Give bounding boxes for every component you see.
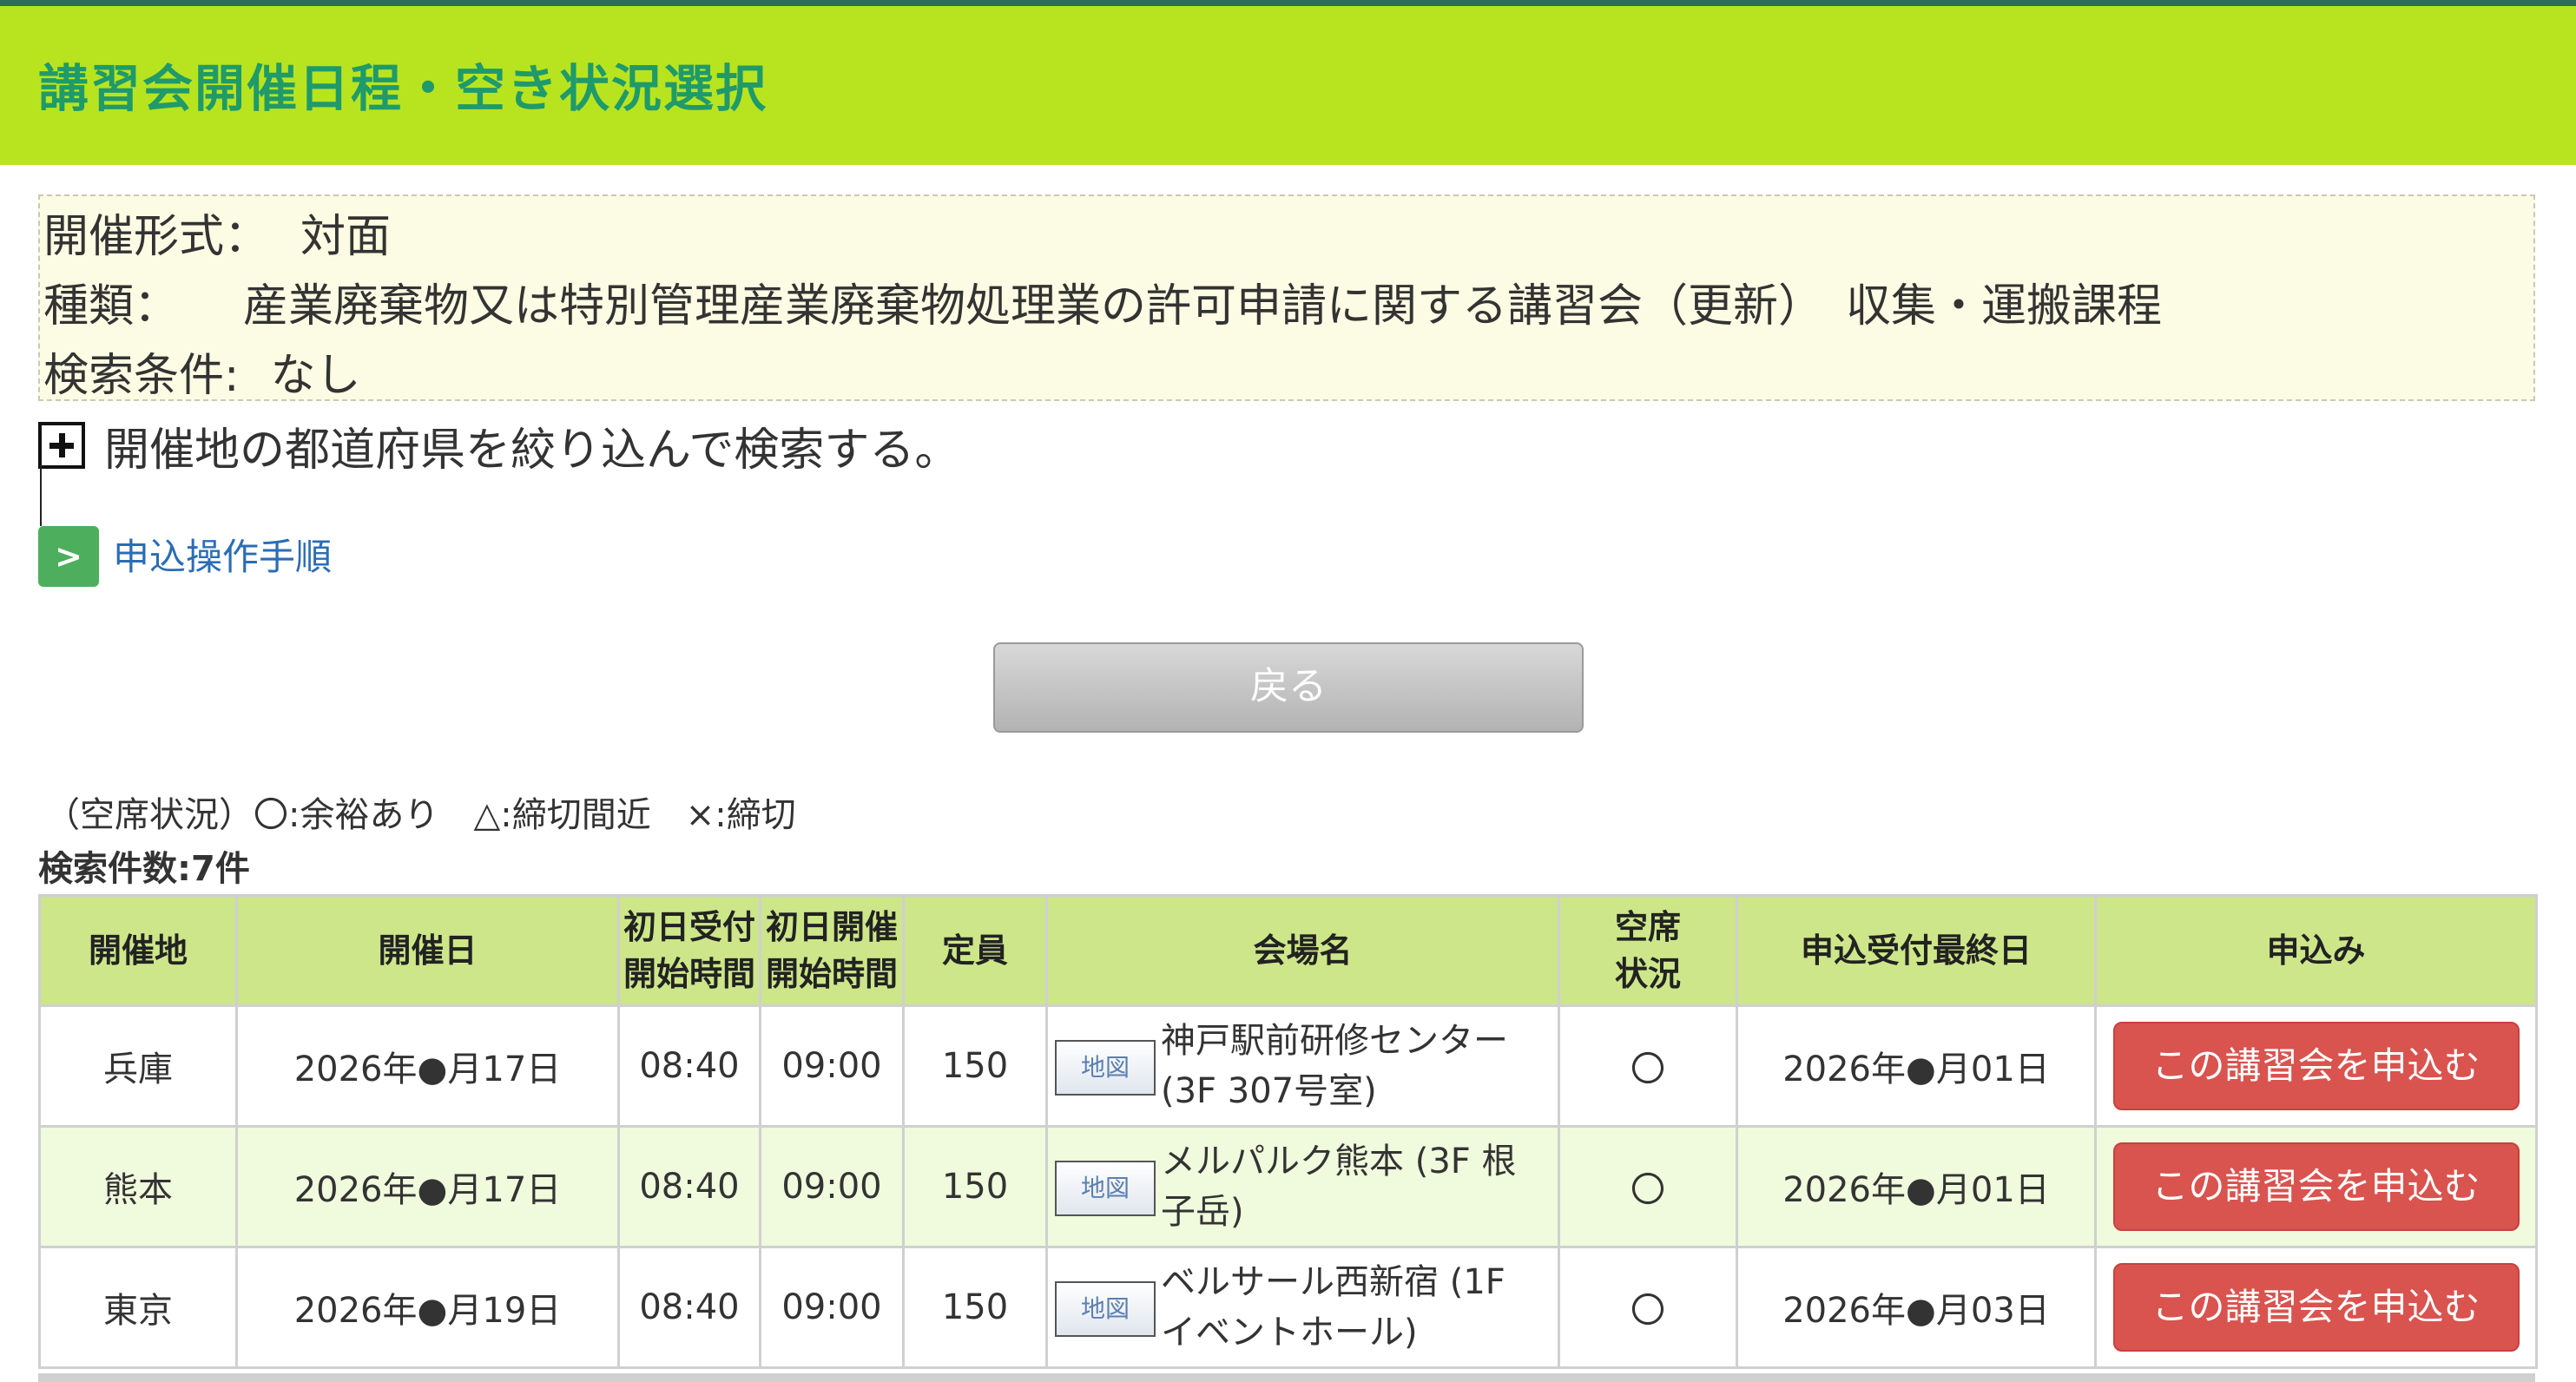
col-reception: 初日受付 開始時間 — [617, 894, 761, 1007]
cell-date: 2026年●月17日 — [235, 1125, 620, 1248]
apply-button[interactable]: この講習会を申込む — [2112, 1022, 2520, 1110]
cell-start: 09:00 — [759, 1004, 905, 1128]
cell-capacity: 150 — [902, 1004, 1048, 1128]
cell-location: 東京 — [38, 1246, 238, 1369]
map-button[interactable]: 地図 — [1055, 1161, 1156, 1216]
result-count: 検索件数:7件 — [38, 849, 250, 889]
col-availability-line2: 状況 — [1614, 955, 1681, 993]
col-availability: 空席 状況 — [1558, 894, 1738, 1007]
col-capacity: 定員 — [902, 894, 1048, 1007]
availability-legend: （空席状況）〇:余裕あり △:締切間近 ×:締切 — [45, 795, 796, 835]
col-venue: 会場名 — [1045, 894, 1560, 1007]
table-row: 東京 2026年●月19日 08:40 09:00 150 地図 ベルサール西新… — [38, 1246, 2538, 1369]
col-start: 初日開催 開始時間 — [759, 894, 905, 1007]
col-start-line2: 開始時間 — [765, 955, 898, 993]
col-reception-line2: 開始時間 — [623, 955, 755, 993]
cell-capacity: 150 — [902, 1125, 1048, 1248]
back-button[interactable]: 戻る — [993, 642, 1584, 733]
search-condition-value: なし — [270, 350, 361, 402]
cell-venue: 地図 神戸駅前研修センター(3F 307号室) — [1045, 1004, 1560, 1128]
page-header: 講習会開催日程・空き状況選択 — [0, 6, 2576, 165]
table-row: 熊本 2026年●月17日 08:40 09:00 150 地図 メルパルク熊本… — [38, 1125, 2538, 1248]
cell-apply: この講習会を申込む — [2094, 1125, 2538, 1248]
cell-availability: 〇 — [1558, 1125, 1738, 1248]
format-value: 対面 — [300, 211, 392, 263]
cell-apply: この講習会を申込む — [2094, 1004, 2538, 1128]
cell-deadline: 2026年●月03日 — [1736, 1246, 2097, 1369]
page-title: 講習会開催日程・空き状況選択 — [38, 59, 768, 118]
refine-search-label[interactable]: 開催地の都道府県を絞り込んで検索する。 — [104, 413, 959, 478]
format-row: 開催形式： 対面 — [43, 200, 391, 265]
venue-name: ベルサール西新宿 (1F イベントホール) — [1161, 1262, 1505, 1352]
plus-square-icon[interactable] — [38, 422, 85, 469]
cell-venue: 地図 ベルサール西新宿 (1F イベントホール) — [1045, 1246, 1560, 1369]
cell-start: 09:00 — [759, 1125, 905, 1248]
cell-reception: 08:40 — [617, 1246, 761, 1369]
table-bottom-edge — [38, 1373, 2535, 1382]
procedure-link[interactable]: 申込操作手順 — [113, 528, 332, 581]
map-button[interactable]: 地図 — [1055, 1040, 1156, 1096]
cell-availability: 〇 — [1558, 1246, 1738, 1369]
map-button[interactable]: 地図 — [1055, 1281, 1156, 1337]
cell-deadline: 2026年●月01日 — [1736, 1004, 2097, 1128]
results-table: 開催地 開催日 初日受付 開始時間 初日開催 開始時間 定員 会場名 空席 状況 申込… — [38, 894, 2538, 1369]
col-date: 開催日 — [235, 894, 620, 1007]
venue-name: 神戸駅前研修センター(3F 307号室) — [1161, 1021, 1508, 1111]
top-border — [0, 0, 2576, 6]
cell-location: 兵庫 — [38, 1004, 238, 1128]
type-label: 種類： — [43, 280, 180, 332]
apply-button[interactable]: この講習会を申込む — [2112, 1142, 2520, 1231]
search-condition-row: 検索条件: なし — [43, 339, 361, 404]
cell-apply: この講習会を申込む — [2094, 1246, 2538, 1369]
table-row: 兵庫 2026年●月17日 08:40 09:00 150 地図 神戸駅前研修セ… — [38, 1004, 2538, 1128]
table-header-row: 開催地 開催日 初日受付 開始時間 初日開催 開始時間 定員 会場名 空席 状況 申込… — [38, 894, 2538, 1007]
search-condition-label: 検索条件: — [43, 350, 240, 402]
refine-search-toggle[interactable]: 開催地の都道府県を絞り込んで検索する。 — [38, 413, 1254, 526]
cell-reception: 08:40 — [617, 1004, 761, 1128]
page: 講習会開催日程・空き状況選択 開催形式： 対面 種類： 産業廃棄物又は特別管理産業廃… — [0, 0, 2576, 1382]
format-label: 開催形式： — [43, 211, 270, 263]
cell-date: 2026年●月19日 — [235, 1246, 620, 1369]
cell-deadline: 2026年●月01日 — [1736, 1125, 2097, 1248]
chevron-right-icon[interactable]: > — [38, 526, 99, 587]
search-info-box: 開催形式： 対面 種類： 産業廃棄物又は特別管理産業廃棄物処理業の許可申請に関する講… — [38, 194, 2535, 404]
cell-reception: 08:40 — [617, 1125, 761, 1248]
cell-location: 熊本 — [38, 1125, 238, 1248]
cell-availability: 〇 — [1558, 1004, 1738, 1128]
col-reception-line1: 初日受付 — [623, 908, 755, 946]
venue-name: メルパルク熊本 (3F 根子岳) — [1161, 1142, 1517, 1232]
col-location: 開催地 — [38, 894, 238, 1007]
cell-date: 2026年●月17日 — [235, 1004, 620, 1128]
col-start-line1: 初日開催 — [765, 908, 898, 946]
col-apply: 申込み — [2094, 894, 2538, 1007]
col-deadline: 申込受付最終日 — [1736, 894, 2097, 1007]
cell-venue: 地図 メルパルク熊本 (3F 根子岳) — [1045, 1125, 1560, 1248]
divider — [40, 465, 42, 526]
type-row: 種類： 産業廃棄物又は特別管理産業廃棄物処理業の許可申請に関する講習会（更新） 収… — [43, 269, 2162, 334]
col-availability-line1: 空席 — [1614, 908, 1681, 946]
cell-start: 09:00 — [759, 1246, 905, 1369]
apply-button[interactable]: この講習会を申込む — [2112, 1263, 2520, 1352]
cell-capacity: 150 — [902, 1246, 1048, 1369]
type-value: 産業廃棄物又は特別管理産業廃棄物処理業の許可申請に関する講習会（更新） 収集・運… — [243, 280, 2163, 332]
